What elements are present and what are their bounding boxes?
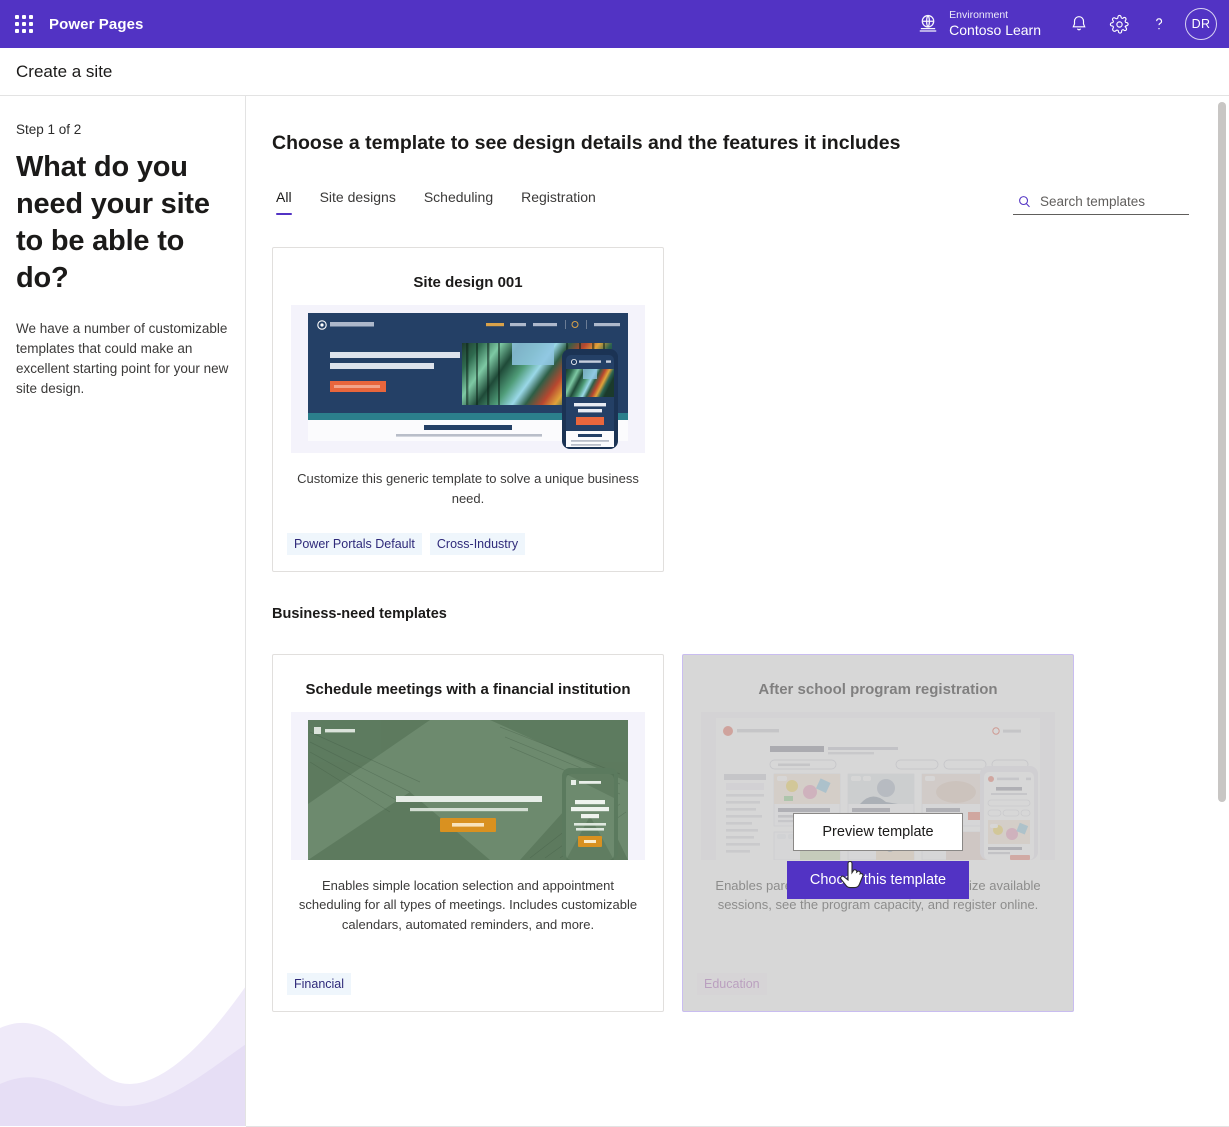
page-body: Step 1 of 2 What do you need your site t… — [0, 96, 1229, 1126]
vertical-scrollbar[interactable] — [1217, 96, 1227, 1126]
settings-button[interactable] — [1099, 0, 1139, 48]
tab-scheduling[interactable]: Scheduling — [410, 185, 507, 215]
choose-this-template-button[interactable]: Choose this template — [786, 860, 970, 899]
card-hover-actions: Preview template Choose this template — [683, 812, 1073, 899]
mouse-cursor-pointer-icon — [840, 860, 864, 888]
search-input[interactable] — [1040, 194, 1187, 209]
tab-all[interactable]: All — [272, 185, 306, 215]
phone-mockup — [562, 349, 618, 449]
environment-name: Contoso Learn — [949, 22, 1041, 39]
template-card-after-school-registration[interactable]: After school program registration Enable… — [682, 653, 1074, 1012]
gallery-toolbar: All Site designs Scheduling Registration — [272, 185, 1189, 215]
gallery-tabs: All Site designs Scheduling Registration — [272, 185, 610, 215]
top-bar-actions: Environment Contoso Learn DR — [917, 0, 1229, 48]
card-thumbnail — [291, 711, 645, 860]
card-description: Customize this generic template to solve… — [297, 471, 639, 506]
bell-icon — [1072, 16, 1086, 31]
search-templates-field[interactable] — [1013, 191, 1189, 215]
wizard-step-indicator: Step 1 of 2 — [16, 122, 82, 137]
financial-preview-image — [291, 711, 645, 860]
tag-power-portals-default[interactable]: Power Portals Default — [287, 532, 422, 555]
card-title: Schedule meetings with a financial insti… — [305, 680, 631, 698]
app-top-bar: Power Pages Environment Contoso Learn DR — [0, 0, 1229, 48]
gallery-scroll-region: Choose a template to see design details … — [246, 96, 1229, 1126]
gear-icon — [1109, 14, 1129, 34]
gallery-title: Choose a template to see design details … — [272, 132, 901, 154]
tag-cross-industry[interactable]: Cross-Industry — [429, 532, 526, 555]
page-title: Create a site — [16, 61, 113, 81]
question-mark-icon — [1156, 18, 1163, 30]
app-brand-title[interactable]: Power Pages — [49, 16, 143, 33]
tab-site-designs[interactable]: Site designs — [306, 185, 410, 215]
help-button[interactable] — [1139, 0, 1179, 48]
card-thumbnail — [291, 305, 645, 453]
featured-cards-row: Site design 001 Customize this generic t… — [272, 247, 1189, 572]
card-tags: Financial — [273, 959, 663, 1011]
user-avatar[interactable]: DR — [1185, 8, 1217, 40]
page-subheader: Create a site — [0, 48, 1229, 96]
tag-education[interactable]: Education — [697, 972, 767, 995]
environment-icon — [919, 14, 937, 32]
template-card-site-design-001[interactable]: Site design 001 Customize this generic t… — [272, 247, 664, 572]
decorative-waves — [0, 987, 245, 1126]
tag-financial[interactable]: Financial — [287, 972, 352, 995]
site-design-preview-image — [291, 305, 645, 453]
business-need-cards-row: Schedule meetings with a financial insti… — [272, 653, 1189, 1012]
notifications-button[interactable] — [1059, 0, 1099, 48]
card-tags: Education — [683, 959, 1073, 1011]
environment-selector[interactable]: Environment Contoso Learn — [917, 9, 1041, 38]
environment-label: Environment — [949, 9, 1009, 22]
template-card-financial-meetings[interactable]: Schedule meetings with a financial insti… — [272, 653, 664, 1012]
template-gallery-pane: Choose a template to see design details … — [246, 96, 1229, 1126]
waffle-grid-icon[interactable] — [15, 15, 33, 33]
business-need-section-title: Business-need templates — [272, 605, 447, 622]
wizard-sidebar: Step 1 of 2 What do you need your site t… — [0, 96, 246, 1126]
wizard-heading: What do you need your site to be able to… — [16, 151, 210, 295]
tab-registration[interactable]: Registration — [507, 185, 610, 215]
card-title: After school program registration — [758, 680, 998, 698]
card-title: Site design 001 — [413, 274, 523, 291]
card-tags: Power Portals Default Cross-Industry — [273, 519, 663, 571]
wizard-description: We have a number of customizable templat… — [16, 321, 229, 397]
avatar-initials: DR — [1191, 17, 1211, 31]
preview-template-button[interactable]: Preview template — [793, 812, 963, 851]
card-description: Enables simple location selection and ap… — [298, 877, 638, 933]
phone-mockup — [562, 767, 618, 860]
search-icon — [1019, 196, 1030, 208]
scrollbar-thumb[interactable] — [1218, 102, 1226, 802]
